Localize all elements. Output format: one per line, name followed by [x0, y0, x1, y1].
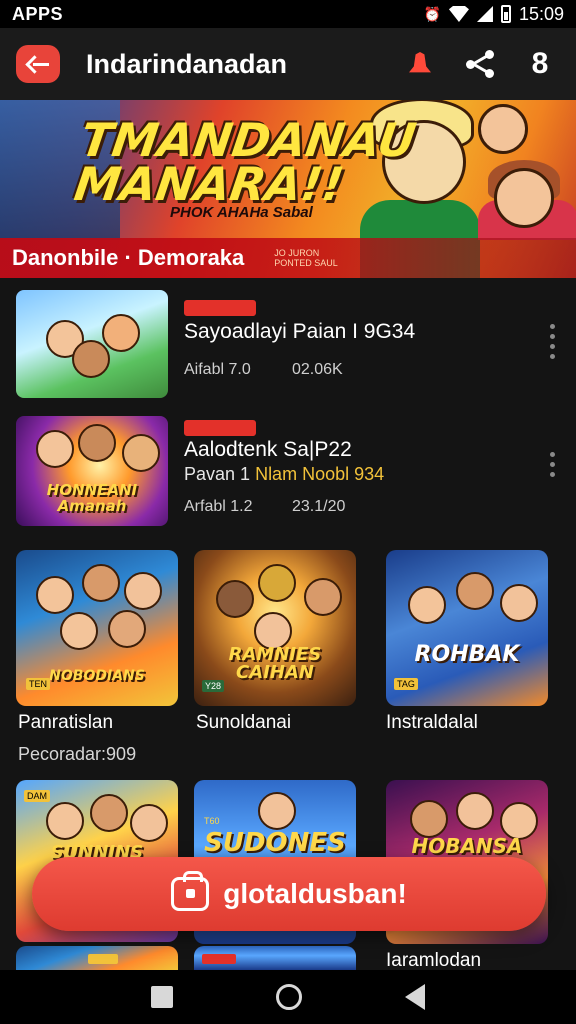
shopping-bag-icon [171, 871, 210, 911]
more-options-icon[interactable] [548, 324, 556, 359]
signal-icon [476, 6, 493, 22]
hero-strip-small: JO JURON PONTED SAUL [274, 248, 338, 268]
game-card-badge: TAG [394, 678, 418, 690]
game-card-art-text: RAMNIES CAIHAN [228, 644, 322, 683]
list-item-meta-left: Aifabl 7.0 [184, 361, 251, 378]
hero-character-3-face [494, 168, 554, 228]
alarm-icon: ⏰ [423, 5, 441, 22]
list-item-line: Pavan 1 Nlam Noobl 934 [184, 464, 384, 485]
game-card-art-text: SUDONES [204, 828, 346, 858]
game-card-title: Sunoldanai [196, 712, 292, 733]
back-nav-button[interactable] [404, 984, 425, 1010]
system-navigation-bar [0, 970, 576, 1024]
page-title: Indarindanadan [86, 48, 288, 79]
list-item-badge [184, 300, 256, 316]
game-card[interactable]: RAMNIES CAIHAN Y28 [194, 550, 356, 706]
wifi-icon [448, 6, 469, 22]
list-item-meta-right: 02.06K [292, 361, 343, 378]
game-card-badge: DAM [24, 790, 50, 802]
primary-action-label: glotaldusban! [223, 878, 407, 909]
bell-icon [409, 52, 431, 73]
hero-character-2 [478, 104, 528, 154]
hero-strip-text: Danonbile · Demoraka [12, 245, 245, 270]
game-card-badge [88, 954, 118, 964]
game-card-badge: TEN [26, 678, 50, 690]
hero-tagline: PHOK AHAHa Sabal [170, 204, 313, 221]
game-card-badge: Y28 [202, 680, 225, 692]
list-item-line-highlight: Nlam Noobl 934 [250, 464, 385, 484]
more-options-icon[interactable] [548, 452, 556, 477]
count-button[interactable]: 8 [520, 44, 560, 84]
game-card-title: Iaramlodan [386, 950, 482, 971]
arrow-left-icon [27, 55, 49, 73]
status-bar: APPS ⏰ 15:09 [0, 0, 576, 28]
list-item-meta-left: Arfabl 1.2 [184, 498, 253, 515]
hero-strip: Danonbile · Demoraka JO JURON PONTED SAU… [0, 238, 576, 278]
status-icons: ⏰ 15:09 [424, 4, 564, 25]
game-card-art-text: HOBANSA [411, 834, 523, 858]
back-button[interactable] [16, 45, 60, 83]
count-badge: 8 [531, 47, 549, 80]
game-card-art-text: ROHBAK [414, 642, 520, 667]
hero-banner[interactable]: TMANDANAU MANARA!! PHOK AHAHa Sabal Dano… [0, 100, 576, 278]
share-button[interactable] [460, 44, 500, 84]
list-item-art-text: HONNEANI Amanah [46, 481, 138, 515]
battery-icon [500, 5, 511, 23]
status-time: 15:09 [518, 3, 564, 24]
home-button[interactable] [275, 984, 302, 1010]
list-item-meta-right: 23.1/20 [292, 498, 346, 515]
status-app-label: APPS [12, 3, 64, 24]
game-card-title: Panratislan [18, 712, 114, 733]
recent-apps-button[interactable] [151, 986, 174, 1008]
primary-action-button[interactable]: glotaldusban! [32, 857, 546, 931]
game-card[interactable] [16, 946, 178, 970]
game-card-subtitle: Pecoradar:909 [18, 744, 137, 764]
notifications-button[interactable] [400, 44, 440, 84]
list-item-thumbnail [16, 290, 168, 398]
list-item-line-prefix: Pavan 1 [184, 464, 251, 484]
list-item[interactable]: HONNEANI Amanah Aalodtenk Sa|P22 Pavan 1… [0, 410, 576, 530]
hero-title: TMANDANAU MANARA!! [71, 113, 420, 211]
game-card-badge [202, 954, 236, 964]
list-item-title: Aalodtenk Sa|P22 [184, 438, 352, 461]
list-item-thumbnail: HONNEANI Amanah [16, 416, 168, 526]
share-icon [466, 50, 494, 78]
list-item[interactable]: Sayoadlayi Paian I 9G34 Aifabl 7.0 02.06… [0, 284, 576, 404]
list-item-title: Sayoadlayi Paian I 9G34 [184, 320, 416, 343]
game-card-title: Instraldalal [386, 712, 478, 733]
game-card-badge: T60 [204, 816, 220, 826]
app-bar: Indarindanadan 8 [0, 28, 576, 100]
game-card[interactable] [194, 946, 356, 970]
list-item-badge [184, 420, 256, 436]
game-card[interactable]: ROHBAK TAG [386, 550, 548, 706]
game-card[interactable]: NOBODIANS TEN [16, 550, 178, 706]
